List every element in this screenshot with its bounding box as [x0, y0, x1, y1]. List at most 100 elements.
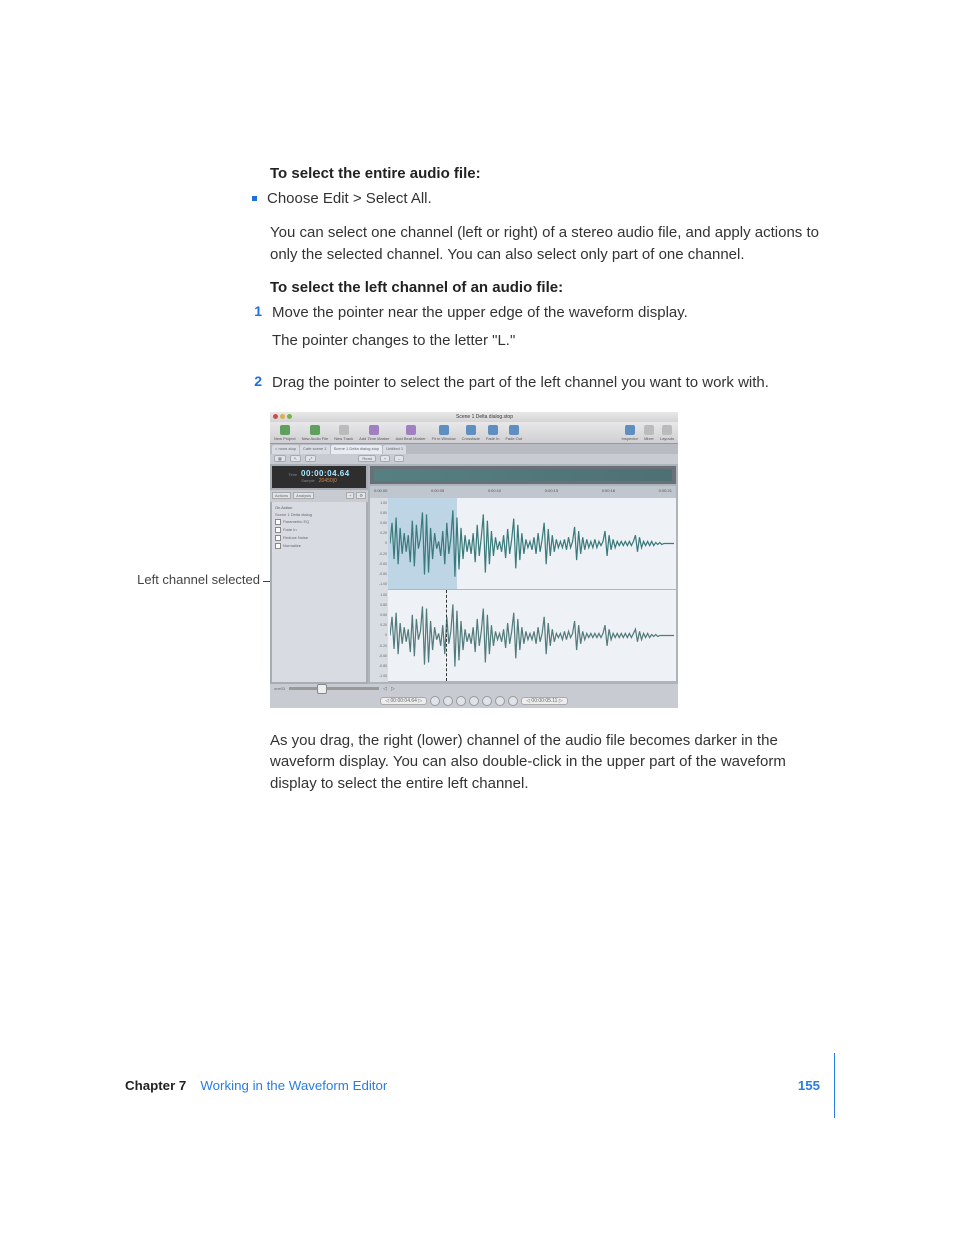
tool-add-time-marker[interactable]: Add Time Marker: [359, 425, 389, 441]
tool-crossfade[interactable]: Crossfade: [462, 425, 480, 441]
step-note: The pointer changes to the letter "L.": [272, 330, 830, 352]
tool-mixer[interactable]: Mixer: [644, 425, 654, 441]
checkbox-icon[interactable]: [275, 535, 281, 541]
page-footer: Chapter 7 Working in the Waveform Editor…: [125, 1077, 849, 1094]
counter-right: ◁ 00:00:05.11 ▷: [521, 697, 568, 705]
tool-select[interactable]: ▦: [274, 455, 286, 462]
back-button[interactable]: [456, 696, 466, 706]
add-action[interactable]: +: [346, 492, 354, 499]
left-channel[interactable]: [388, 498, 676, 590]
step-text: Move the pointer near the upper edge of …: [272, 302, 830, 324]
overview-strip[interactable]: [370, 466, 676, 484]
step-2: 2 Drag the pointer to select the part of…: [252, 372, 830, 394]
zoom-slider[interactable]: [289, 687, 379, 690]
action-item[interactable]: Parametric EQ: [274, 518, 364, 526]
toolbar: New Project New Audio File New Track Add…: [270, 422, 678, 444]
action-item[interactable]: Reduce Noise: [274, 534, 364, 542]
heading-select-entire: To select the entire audio file:: [270, 165, 830, 182]
checkbox-icon[interactable]: [275, 519, 281, 525]
step-number: 1: [252, 303, 262, 366]
tool-new-project[interactable]: New Project: [274, 425, 296, 441]
step-number: 2: [252, 373, 262, 394]
waveform-area[interactable]: 1.000.800.600.200-0.20-0.60-0.80-1.00 1.…: [370, 498, 676, 682]
timecode-display: Time 00:00:04.64 Sample 20450|0: [272, 466, 366, 488]
tool-new-track[interactable]: New Track: [334, 425, 353, 441]
remove-button[interactable]: –: [394, 455, 404, 462]
page-number: 155: [798, 1078, 820, 1093]
action-item[interactable]: Scene 1 Delta dialog: [274, 511, 364, 518]
tab[interactable]: Cafe scene 1: [300, 445, 330, 454]
tool-layouts[interactable]: Layouts: [660, 425, 674, 441]
forward-button[interactable]: [469, 696, 479, 706]
window-title: Scene 1 Delta dialog.stop: [294, 414, 675, 420]
checkbox-icon[interactable]: [275, 543, 281, 549]
waveform-panel: 0:00.000:00:050:00:100:00:150:00:180:00:…: [368, 464, 678, 684]
end-button[interactable]: [482, 696, 492, 706]
action-item[interactable]: Normalize: [274, 542, 364, 550]
tool-zoom[interactable]: ⤢: [305, 455, 316, 462]
action-item[interactable]: Fade In: [274, 526, 364, 534]
bullet-item: Choose Edit > Select All.: [252, 188, 830, 210]
waveform-right: [390, 594, 674, 677]
waveform-left: [390, 502, 674, 585]
actions-tabs: Actions Analysis + ⚙: [270, 490, 368, 502]
tab-active[interactable]: Scene 1 Delta dialog.stop: [331, 445, 383, 454]
step-1: 1 Move the pointer near the upper edge o…: [252, 302, 830, 366]
figure: Left channel selected Scene 1 Delta dial…: [140, 412, 830, 708]
tool-fit-window[interactable]: Fit in Window: [432, 425, 456, 441]
close-icon[interactable]: [273, 414, 278, 419]
play-button[interactable]: [443, 696, 453, 706]
next-icon[interactable]: ▷: [391, 686, 395, 692]
zoom-icon[interactable]: [287, 414, 292, 419]
sub-toolbar: ▦ ↖ ⤢ Read + –: [270, 454, 678, 464]
minimize-icon[interactable]: [280, 414, 285, 419]
right-channel[interactable]: [388, 590, 676, 682]
channels: [388, 498, 676, 682]
paragraph: You can select one channel (left or righ…: [270, 222, 830, 266]
counter-left: ◁ 00:00:04.64 ▷: [380, 697, 427, 705]
footer-rule: [834, 1053, 835, 1118]
tool-fade-out[interactable]: Fade Out: [505, 425, 522, 441]
tab-actions[interactable]: Actions: [272, 492, 291, 499]
action-menu[interactable]: ⚙: [356, 492, 366, 499]
page-content: To select the entire audio file: Choose …: [270, 165, 830, 809]
chapter-title: Working in the Waveform Editor: [200, 1078, 387, 1093]
tool-arrow[interactable]: ↖: [290, 455, 301, 462]
tab[interactable]: < none.stop: [272, 445, 299, 454]
main-panes: Time 00:00:04.64 Sample 20450|0 Actions …: [270, 464, 678, 684]
amplitude-scale: 1.000.800.600.200-0.20-0.60-0.80-1.00 1.…: [370, 498, 388, 682]
prev-icon[interactable]: ◁: [383, 686, 387, 692]
heading-select-left: To select the left channel of an audio f…: [270, 279, 830, 296]
bullet-icon: [252, 196, 257, 201]
bullet-text: Choose Edit > Select All.: [267, 188, 432, 210]
paragraph: As you drag, the right (lower) channel o…: [270, 730, 830, 795]
tab-analysis[interactable]: Analysis: [293, 492, 314, 499]
checkbox-icon[interactable]: [275, 527, 281, 533]
app-window: Scene 1 Delta dialog.stop New Project Ne…: [270, 412, 678, 708]
actions-list: On Action Scene 1 Delta dialog Parametri…: [272, 502, 366, 682]
actions-header: On Action: [274, 504, 364, 511]
timecode-value: 00:00:04.64: [301, 469, 350, 478]
time-ruler[interactable]: 0:00.000:00:050:00:100:00:150:00:180:00:…: [370, 486, 676, 498]
sample-value: 20450|0: [319, 478, 337, 484]
tool-inspector[interactable]: Inspector: [622, 425, 638, 441]
tool-add-beat-marker[interactable]: Add Beat Marker: [396, 425, 426, 441]
record-button[interactable]: [495, 696, 505, 706]
rewind-button[interactable]: [430, 696, 440, 706]
tool-new-audio-file[interactable]: New Audio File: [302, 425, 329, 441]
document-tabs: < none.stop Cafe scene 1 Scene 1 Delta d…: [270, 444, 678, 454]
add-button[interactable]: +: [380, 455, 390, 462]
tab[interactable]: Untitled 1: [383, 445, 406, 454]
callout-label: Left channel selected: [130, 572, 260, 587]
window-titlebar: Scene 1 Delta dialog.stop: [270, 412, 678, 422]
slider-label: one03: [274, 686, 285, 691]
zoom-slider-row: one03 ◁ ▷: [270, 684, 678, 694]
automation-mode[interactable]: Read: [358, 455, 376, 462]
transport-bar: one03 ◁ ▷ ◁ 00:00:04.64 ▷ ◁ 00:00:05.11 …: [270, 684, 678, 708]
loop-button[interactable]: [508, 696, 518, 706]
left-panel: Time 00:00:04.64 Sample 20450|0 Actions …: [270, 464, 368, 684]
tool-fade-in[interactable]: Fade In: [486, 425, 500, 441]
transport-controls: ◁ 00:00:04.64 ▷ ◁ 00:00:05.11 ▷: [270, 694, 678, 708]
step-text: Drag the pointer to select the part of t…: [272, 372, 830, 394]
chapter-number: Chapter 7: [125, 1078, 186, 1093]
